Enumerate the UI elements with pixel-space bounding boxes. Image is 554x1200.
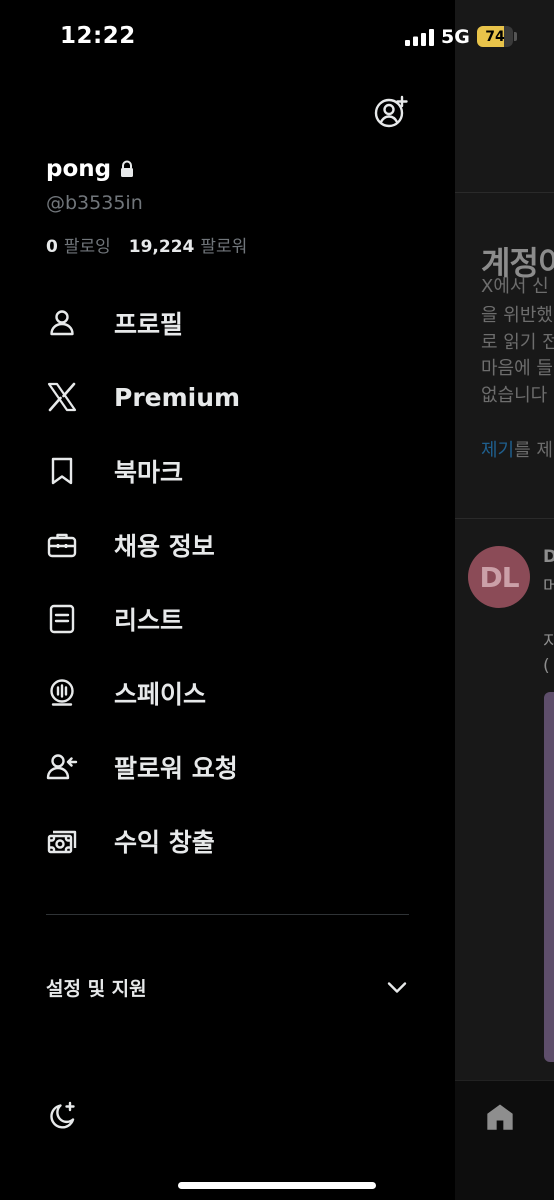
app-screen: 계정이 X에서 신 을 위반했 로 읽기 전 마음에 들 없습니다 제기를 제 … [0, 0, 554, 1200]
network-type: 5G [441, 26, 470, 48]
settings-label: 설정 및 지원 [46, 977, 147, 1000]
menu-item-label: 수익 창출 [114, 828, 215, 857]
menu-item-spaces[interactable]: 스페이스 [0, 656, 455, 730]
background-text-line: 제기를 제 [481, 436, 553, 462]
following-count: 0 [46, 237, 58, 257]
lock-icon [119, 160, 135, 178]
menu-item-follower-requests[interactable]: 팔로워 요청 [0, 730, 455, 804]
menu-item-monetization[interactable]: 수익 창출 [0, 804, 455, 878]
following-link[interactable]: 0 팔로잉 [46, 232, 111, 257]
background-tweet-text: ( [543, 656, 550, 676]
display-name-text: pong [46, 156, 112, 182]
background-avatar[interactable]: DL [468, 546, 530, 608]
settings-and-support[interactable]: 설정 및 지원 [46, 968, 409, 1006]
menu-item-lists[interactable]: 리스트 [0, 582, 455, 656]
follow-stats: 0 팔로잉 19,224 팔로워 [46, 232, 247, 257]
profile-display-name[interactable]: pong [46, 156, 135, 182]
menu-item-label: 프로필 [114, 310, 184, 339]
menu-item-bookmarks[interactable]: 북마크 [0, 434, 455, 508]
background-text-line: 을 위반했 [481, 305, 553, 326]
follower-request-icon [46, 751, 78, 783]
menu-item-label: 팔로워 요청 [114, 754, 238, 783]
menu-item-premium[interactable]: Premium [0, 360, 455, 434]
followers-link[interactable]: 19,224 팔로워 [129, 232, 248, 257]
bookmark-icon [46, 455, 78, 487]
money-icon [46, 825, 78, 857]
list-icon [46, 603, 78, 635]
background-text-line: 마음에 들 [481, 358, 553, 379]
followers-label: 팔로워 [200, 237, 248, 257]
home-indicator [178, 1182, 376, 1189]
home-icon[interactable] [484, 1101, 516, 1133]
background-link[interactable]: 제기 [481, 440, 514, 461]
background-divider [455, 192, 554, 193]
signal-icon [405, 29, 435, 46]
spaces-icon [46, 677, 78, 709]
menu-item-label: Premium [114, 382, 241, 412]
status-bar: 12:22 5G 74 [0, 0, 554, 70]
menu-item-jobs[interactable]: 채용 정보 [0, 508, 455, 582]
menu-divider [46, 914, 409, 915]
profile-handle: @b3535in [46, 192, 143, 214]
add-account-icon[interactable] [373, 94, 409, 130]
background-text-line: 없습니다 [481, 385, 548, 406]
menu-item-label: 북마크 [114, 458, 184, 487]
background-tweet-name: D [543, 547, 554, 567]
background-tweet-media[interactable] [544, 692, 554, 1062]
briefcase-icon [46, 529, 78, 561]
background-tab-bar [455, 1080, 554, 1200]
chevron-down-icon [385, 975, 409, 999]
following-label: 팔로잉 [63, 237, 111, 257]
followers-count: 19,224 [128, 237, 195, 257]
menu-item-profile[interactable]: 프로필 [0, 286, 455, 360]
menu-item-label: 스페이스 [114, 680, 207, 709]
battery-icon: 74 [477, 26, 513, 47]
background-text-line: X에서 신 [481, 276, 549, 297]
background-timeline[interactable]: 계정이 X에서 신 을 위반했 로 읽기 전 마음에 들 없습니다 제기를 제 … [455, 0, 554, 1200]
status-time: 12:22 [60, 23, 136, 49]
background-tweet-sub: 머 [543, 577, 554, 597]
moon-icon[interactable] [46, 1100, 78, 1132]
battery-percent: 74 [485, 28, 505, 45]
x-logo-icon [46, 381, 78, 413]
background-text-line: 로 읽기 전 [481, 332, 554, 353]
navigation-drawer: pong @b3535in 0 팔로잉 19,224 팔로워 프로필 Premi… [0, 0, 455, 1200]
battery-tip [514, 32, 517, 41]
person-icon [46, 307, 78, 339]
drawer-menu: 프로필 Premium 북마크 채용 정보 리스트 스페이스 팔로워 요청 수익… [0, 286, 455, 878]
background-link-suffix: 를 제 [514, 440, 553, 461]
menu-item-label: 채용 정보 [114, 532, 215, 561]
background-tweet-text: 지 [543, 632, 554, 652]
background-divider [455, 518, 554, 519]
menu-item-label: 리스트 [114, 606, 184, 635]
